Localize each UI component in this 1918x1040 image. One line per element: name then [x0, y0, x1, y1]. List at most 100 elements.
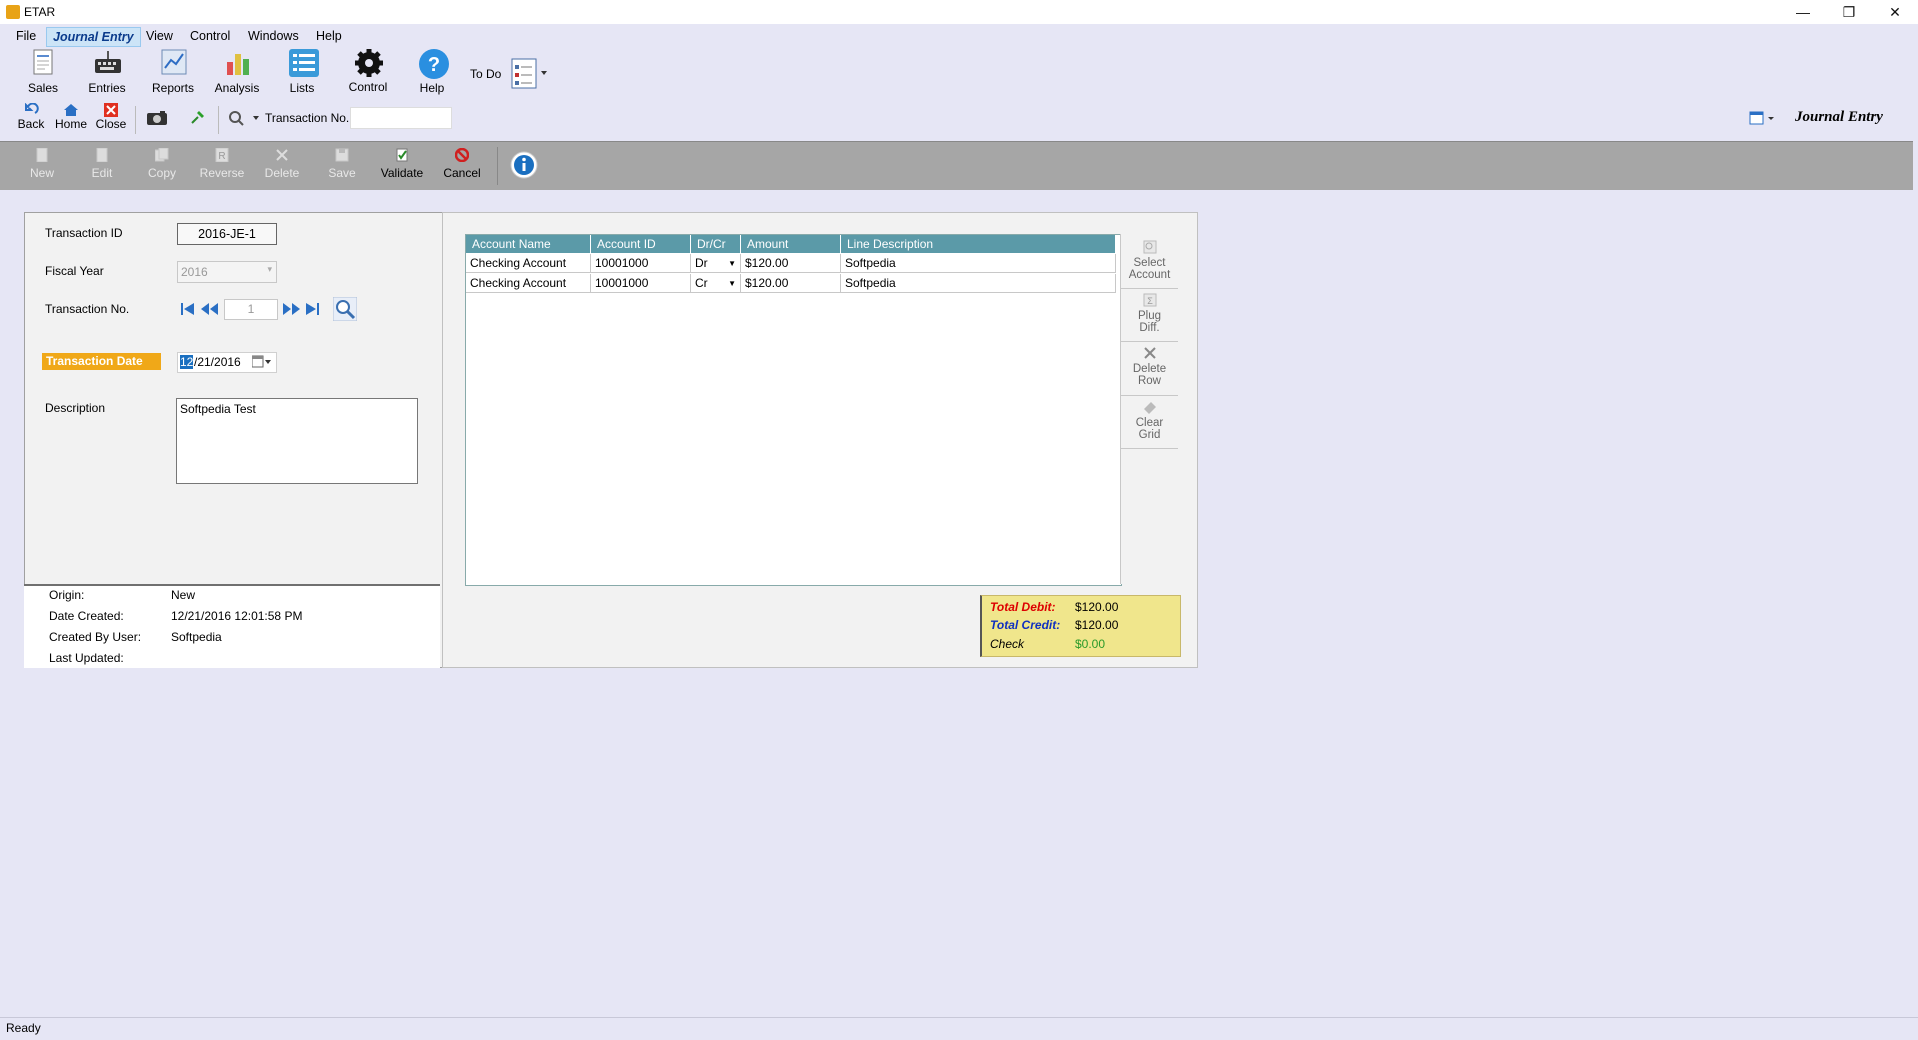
cancel-label: Cancel	[443, 166, 481, 180]
chevron-down-icon: ▼	[728, 259, 736, 268]
delete-row-label-2: Row	[1137, 375, 1161, 387]
todo-button[interactable]	[510, 58, 550, 90]
column-header-account-id[interactable]: Account ID	[591, 235, 691, 253]
camera-button[interactable]	[146, 110, 168, 129]
table-cell[interactable]: $120.00	[741, 254, 841, 273]
minimize-button[interactable]: —	[1780, 0, 1826, 24]
fiscal-year-label: Fiscal Year	[45, 264, 104, 278]
help-button[interactable]: ? Help	[402, 48, 462, 98]
control-button[interactable]: Control	[338, 48, 398, 98]
eraser-icon	[1121, 400, 1178, 417]
plug-difference-button[interactable]: Σ Plug Diff.	[1121, 289, 1178, 342]
column-header-line-description[interactable]: Line Description	[841, 235, 1116, 253]
delete-row-button[interactable]: Delete Row	[1121, 342, 1178, 396]
reports-button[interactable]: Reports	[143, 48, 203, 98]
entries-button[interactable]: Entries	[77, 48, 137, 98]
edit-icon	[95, 147, 109, 163]
action-divider	[497, 147, 498, 185]
next-record-button[interactable]	[282, 302, 302, 319]
select-account-label-2: Account	[1128, 269, 1171, 281]
menu-view[interactable]: View	[140, 27, 179, 45]
status-bar	[0, 1017, 1918, 1040]
menu-journal-entry[interactable]: Journal Entry	[46, 27, 141, 47]
description-label: Description	[45, 401, 106, 415]
new-icon	[35, 147, 49, 163]
date-created-value: 12/21/2016 12:01:58 PM	[171, 609, 303, 623]
table-cell[interactable]: Softpedia	[841, 254, 1116, 273]
search-transaction-button[interactable]	[332, 296, 358, 324]
check-value: $0.00	[1075, 637, 1106, 651]
pin-icon	[191, 111, 204, 124]
gear-icon	[354, 48, 383, 78]
home-button[interactable]: Home	[51, 103, 91, 131]
transaction-no-field[interactable]: 1	[224, 299, 278, 320]
sales-button[interactable]: Sales	[13, 48, 73, 98]
close-button[interactable]: Close	[91, 103, 131, 131]
app-icon	[6, 5, 20, 19]
svg-text:Σ: Σ	[1147, 296, 1153, 306]
copy-label: Copy	[147, 166, 176, 180]
clear-grid-button[interactable]: Clear Grid	[1121, 396, 1178, 449]
analysis-button[interactable]: Analysis	[207, 48, 267, 98]
total-credit-label: Total Credit:	[990, 618, 1061, 632]
table-cell[interactable]: Checking Account	[466, 254, 591, 273]
transaction-date-picker[interactable]: 12 /21/2016	[177, 352, 277, 373]
title-bar	[0, 0, 1918, 24]
last-updated-label: Last Updated:	[49, 651, 124, 665]
back-button[interactable]: Back	[11, 102, 51, 131]
restore-button[interactable]: ❐	[1826, 0, 1872, 24]
info-button[interactable]	[510, 151, 538, 182]
table-cell[interactable]: $120.00	[741, 274, 841, 293]
dr-cr-select[interactable]: Dr ▼	[691, 254, 741, 273]
dr-cr-select[interactable]: Cr ▼	[691, 274, 741, 293]
edit-button[interactable]: Edit	[75, 147, 129, 180]
transaction-no-input[interactable]	[350, 107, 452, 129]
module-title: Journal Entry	[1795, 109, 1883, 125]
plug-icon: Σ	[1121, 293, 1178, 310]
delete-button[interactable]: Delete	[255, 148, 309, 180]
reports-label: Reports	[151, 81, 195, 95]
menu-file[interactable]: File	[10, 27, 42, 45]
close-window-button[interactable]: ✕	[1872, 0, 1918, 24]
lists-button[interactable]: Lists	[272, 48, 332, 98]
reverse-button[interactable]: R Reverse	[195, 147, 249, 180]
first-record-button[interactable]	[180, 302, 196, 319]
cancel-button[interactable]: Cancel	[435, 147, 489, 180]
delete-row-label-1: Delete	[1132, 363, 1167, 375]
table-cell[interactable]: 10001000	[591, 274, 691, 293]
new-button[interactable]: New	[15, 147, 69, 180]
window-title: ETAR	[24, 5, 56, 19]
fiscal-year-select[interactable]: 2016 ▾	[177, 261, 277, 283]
table-cell[interactable]: Checking Account	[466, 274, 591, 293]
menu-windows[interactable]: Windows	[242, 27, 305, 45]
table-cell[interactable]: 10001000	[591, 254, 691, 273]
entries-label: Entries	[88, 81, 126, 95]
column-header-account-name[interactable]: Account Name	[466, 235, 591, 253]
description-textarea[interactable]: Softpedia Test	[176, 398, 418, 484]
transaction-no-form-label: Transaction No.	[45, 302, 130, 316]
total-credit-value: $120.00	[1075, 618, 1119, 632]
layout-dropdown-button[interactable]	[1748, 110, 1776, 129]
reports-icon	[159, 48, 187, 78]
save-button[interactable]: Save	[315, 148, 369, 180]
close-label: Close	[95, 117, 127, 131]
keyboard-icon	[93, 48, 121, 78]
origin-value: New	[171, 588, 196, 602]
search-dropdown-button[interactable]	[228, 110, 262, 129]
table-cell[interactable]: Softpedia	[841, 274, 1116, 293]
sales-label: Sales	[27, 81, 59, 95]
column-header-amount[interactable]: Amount	[741, 235, 841, 253]
origin-label: Origin:	[49, 588, 85, 602]
last-record-button[interactable]	[305, 302, 321, 319]
bar-chart-icon	[223, 48, 251, 78]
date-created-label: Date Created:	[49, 609, 124, 623]
todo-label: To Do	[470, 67, 502, 81]
copy-button[interactable]: Copy	[135, 147, 189, 180]
menu-control[interactable]: Control	[184, 27, 236, 45]
validate-button[interactable]: Validate	[375, 148, 429, 180]
select-account-button[interactable]: Select Account	[1121, 236, 1178, 289]
previous-record-button[interactable]	[200, 302, 220, 319]
pin-button[interactable]	[190, 109, 206, 128]
column-header-dr-cr[interactable]: Dr/Cr	[691, 235, 741, 253]
menu-help[interactable]: Help	[310, 27, 348, 45]
